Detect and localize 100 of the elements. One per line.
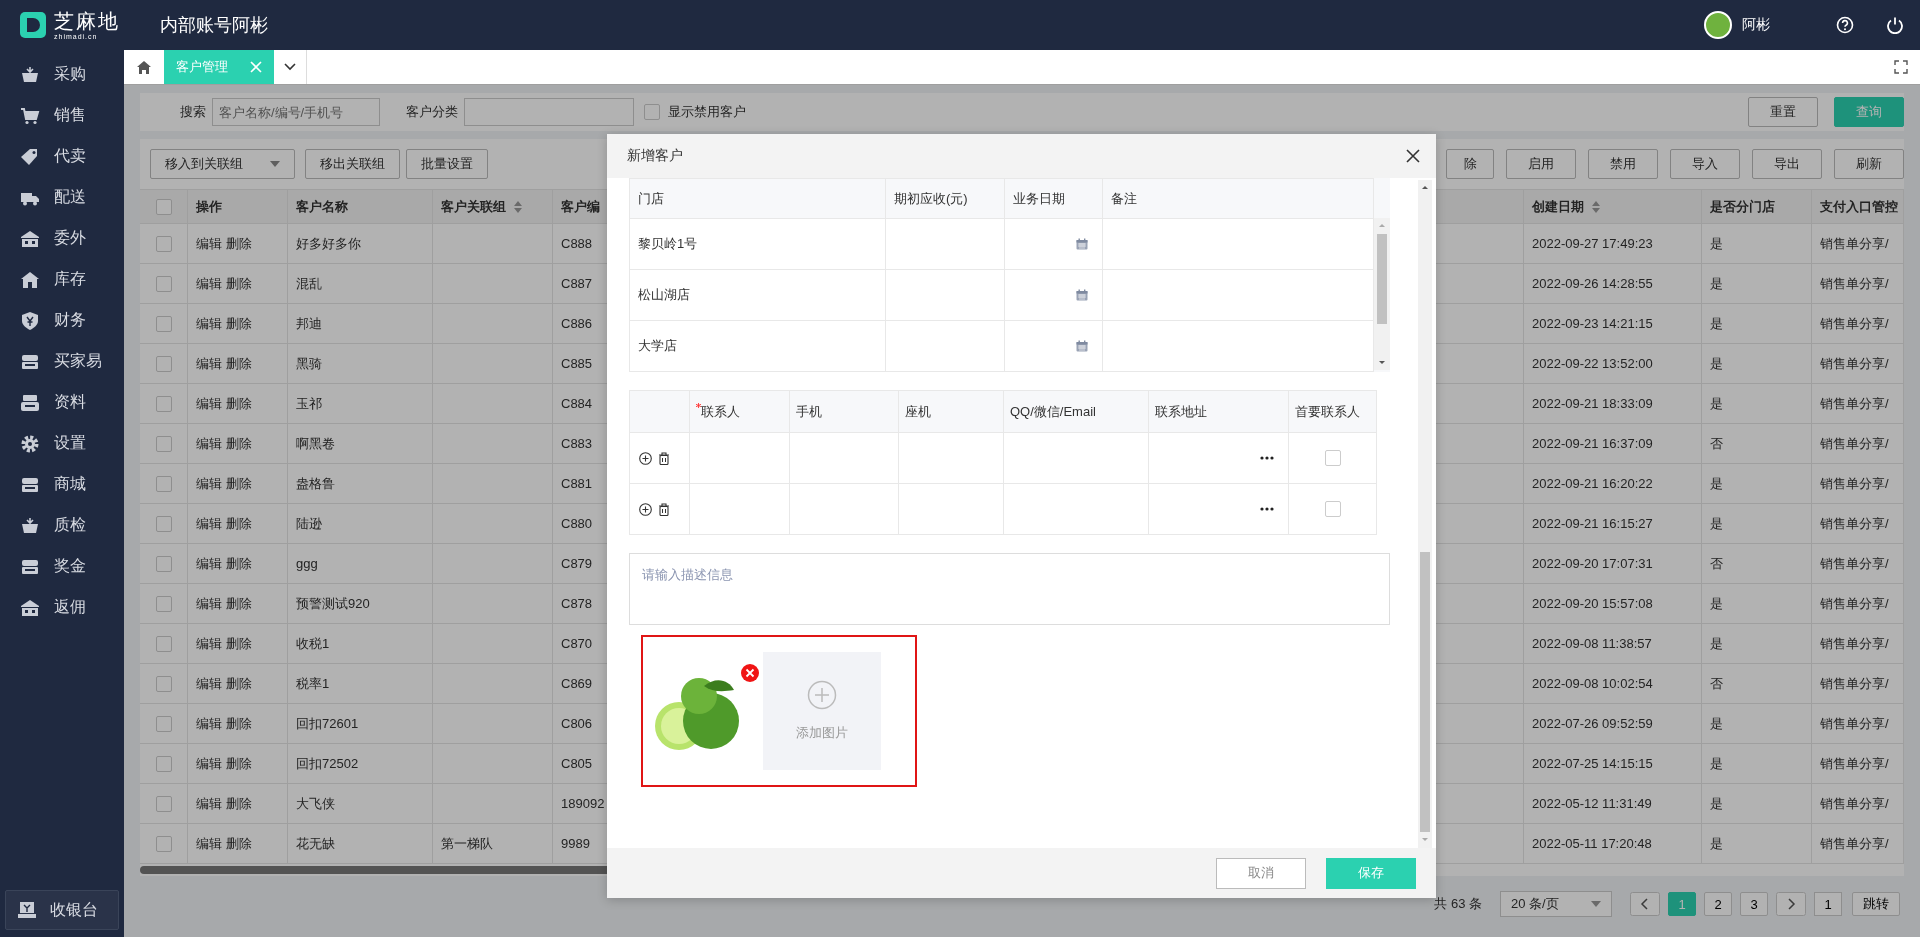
column-header[interactable]: 支付入口管控 — [1820, 197, 1898, 216]
checkbox[interactable] — [155, 315, 172, 332]
checkbox[interactable] — [155, 235, 172, 252]
sidebar-item[interactable]: 买家易 — [0, 341, 124, 382]
checkbox[interactable] — [644, 104, 660, 120]
cancel-button[interactable]: 取消 — [1216, 857, 1306, 889]
column-header[interactable]: 是否分门店 — [1710, 197, 1775, 216]
checkbox[interactable] — [1324, 450, 1341, 466]
sidebar-item[interactable]: 财务 — [0, 300, 124, 341]
group-dropdown[interactable]: 移入到关联组 — [150, 149, 295, 179]
sidebar-item[interactable]: 返佣 — [0, 587, 124, 628]
sort-icon[interactable] — [514, 200, 522, 213]
column-header[interactable]: 创建日期 — [1532, 197, 1584, 216]
trash-icon[interactable] — [658, 451, 670, 465]
edit-link[interactable]: 编辑 — [196, 594, 222, 613]
date-field[interactable] — [1005, 320, 1103, 371]
toolbar-button[interactable]: 导出 — [1752, 149, 1822, 179]
edit-link[interactable]: 编辑 — [196, 554, 222, 573]
fullscreen-icon[interactable] — [1894, 60, 1908, 74]
sidebar-item[interactable]: 采购 — [0, 54, 124, 95]
delete-link[interactable]: 删除 — [226, 554, 252, 573]
delete-link[interactable]: 删除 — [226, 674, 252, 693]
sidebar-item[interactable]: 质检 — [0, 505, 124, 546]
previous-page-icon[interactable] — [1630, 892, 1660, 916]
more-icon[interactable] — [1260, 456, 1274, 460]
checkbox[interactable] — [155, 275, 172, 292]
edit-link[interactable]: 编辑 — [196, 474, 222, 493]
delete-link[interactable]: 删除 — [226, 834, 252, 853]
delete-link[interactable]: 删除 — [226, 474, 252, 493]
date-field[interactable] — [1005, 218, 1103, 269]
trash-icon[interactable] — [658, 502, 670, 516]
delete-link[interactable]: 删除 — [226, 754, 252, 773]
delete-link[interactable]: 删除 — [226, 794, 252, 813]
toolbar-button[interactable]: 禁用 — [1588, 149, 1658, 179]
page-button[interactable]: 3 — [1740, 892, 1768, 916]
edit-link[interactable]: 编辑 — [196, 754, 222, 773]
sidebar-item[interactable]: 奖金 — [0, 546, 124, 587]
delete-link[interactable]: 删除 — [226, 354, 252, 373]
edit-link[interactable]: 编辑 — [196, 234, 222, 253]
search-field[interactable]: 客户名称/编号/手机号 — [212, 98, 380, 126]
close-icon[interactable] — [1406, 149, 1420, 163]
delete-link[interactable]: 删除 — [226, 314, 252, 333]
toolbar-button[interactable]: 启用 — [1506, 149, 1576, 179]
toolbar-button[interactable]: 批量设置 — [406, 149, 488, 179]
help-icon[interactable] — [1836, 16, 1854, 34]
edit-link[interactable]: 编辑 — [196, 314, 222, 333]
delete-link[interactable]: 删除 — [226, 434, 252, 453]
avatar[interactable] — [1704, 11, 1732, 39]
delete-link[interactable]: 删除 — [226, 274, 252, 293]
add-circle-icon[interactable] — [639, 451, 652, 465]
page-button[interactable]: 2 — [1704, 892, 1732, 916]
chevron-down-icon[interactable] — [284, 63, 296, 71]
next-page-icon[interactable] — [1776, 892, 1806, 916]
sidebar-item[interactable]: 委外 — [0, 218, 124, 259]
delete-link[interactable]: 删除 — [226, 594, 252, 613]
delete-link[interactable]: 删除 — [226, 634, 252, 653]
delete-link[interactable]: 删除 — [226, 234, 252, 253]
power-icon[interactable] — [1886, 16, 1904, 34]
edit-link[interactable]: 编辑 — [196, 634, 222, 653]
sort-icon[interactable] — [1592, 200, 1600, 213]
toolbar-button[interactable]: 移出关联组 — [305, 149, 400, 179]
edit-link[interactable]: 编辑 — [196, 714, 222, 733]
scrollbar[interactable] — [1374, 218, 1390, 370]
date-field[interactable] — [1005, 269, 1103, 320]
scrollbar[interactable] — [1418, 180, 1432, 848]
reset-button[interactable]: 重置 — [1748, 97, 1818, 127]
add-circle-icon[interactable] — [639, 502, 652, 516]
sidebar-item[interactable]: 配送 — [0, 177, 124, 218]
checkbox[interactable] — [155, 395, 172, 412]
sidebar-item[interactable]: 商城 — [0, 464, 124, 505]
sidebar-item[interactable]: 设置 — [0, 423, 124, 464]
checkbox[interactable] — [155, 515, 172, 532]
page-jump-field[interactable]: 1 — [1814, 892, 1842, 916]
checkbox[interactable] — [155, 555, 172, 572]
home-icon[interactable] — [136, 59, 152, 75]
column-header[interactable]: 客户编 — [561, 197, 600, 216]
toolbar-button[interactable]: 刷新 — [1834, 149, 1904, 179]
delete-link[interactable]: 删除 — [226, 714, 252, 733]
cashier-button[interactable]: 收银台 — [5, 890, 119, 930]
checkbox[interactable] — [155, 675, 172, 692]
checkbox[interactable] — [1324, 501, 1341, 517]
user-name[interactable]: 阿彬 — [1742, 16, 1770, 34]
checkbox[interactable] — [155, 835, 172, 852]
edit-link[interactable]: 编辑 — [196, 674, 222, 693]
edit-link[interactable]: 编辑 — [196, 354, 222, 373]
checkbox[interactable] — [155, 475, 172, 492]
checkbox[interactable] — [155, 755, 172, 772]
checkbox[interactable] — [155, 435, 172, 452]
category-select[interactable] — [464, 98, 634, 126]
address-field[interactable] — [1149, 432, 1289, 483]
column-header[interactable]: 客户关联组 — [441, 197, 506, 216]
checkbox[interactable] — [155, 715, 172, 732]
edit-link[interactable]: 编辑 — [196, 394, 222, 413]
description-field[interactable]: 请输入描述信息 — [629, 553, 1390, 625]
delete-link[interactable]: 删除 — [226, 514, 252, 533]
more-icon[interactable] — [1260, 507, 1274, 511]
column-header[interactable]: 客户名称 — [296, 197, 348, 216]
jump-button[interactable]: 跳转 — [1852, 892, 1900, 916]
checkbox[interactable] — [155, 595, 172, 612]
sidebar-item[interactable]: 代卖 — [0, 136, 124, 177]
